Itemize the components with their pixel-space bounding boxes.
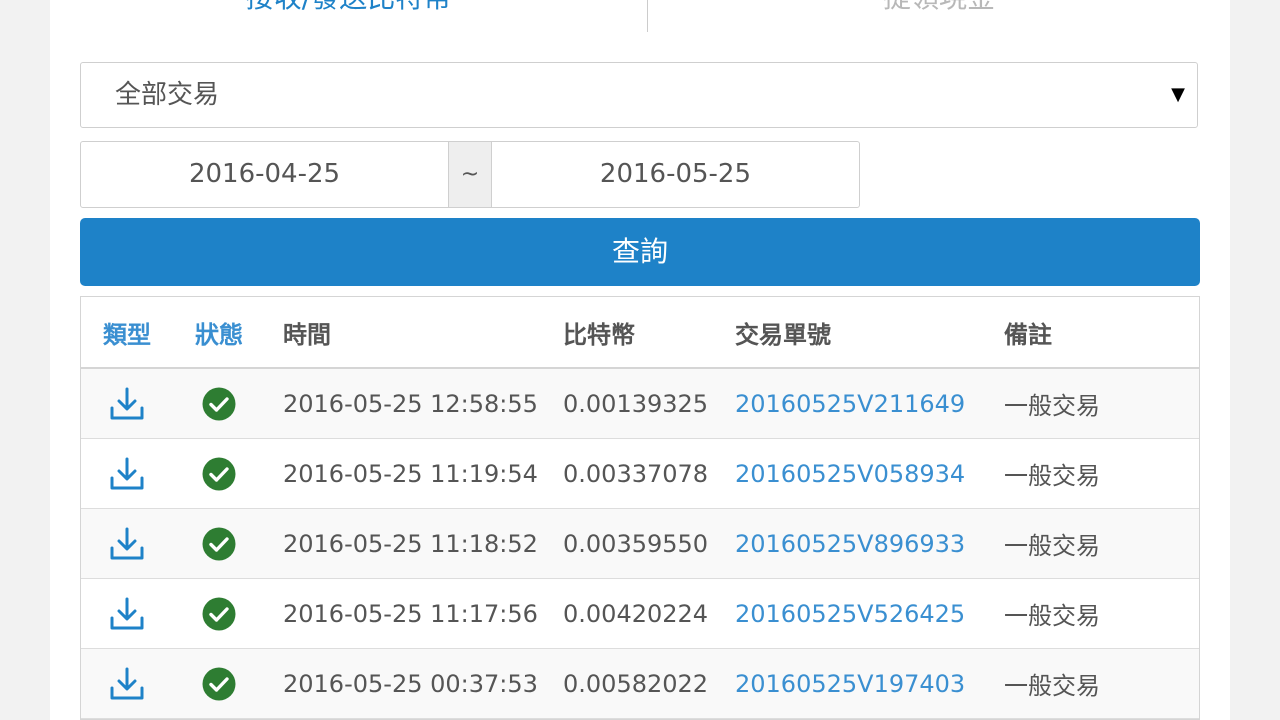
row-note: 一般交易 bbox=[1004, 462, 1100, 490]
row-time: 2016-05-25 11:17:56 bbox=[283, 599, 538, 628]
transactions-table: 類型 狀態 時間 比特幣 交易單號 備註 2016-05-25 12:58:55… bbox=[80, 296, 1200, 720]
row-time: 2016-05-25 12:58:55 bbox=[283, 389, 538, 418]
table-row: 2016-05-25 11:19:54 0.00337078 20160525V… bbox=[81, 439, 1199, 509]
row-note: 一般交易 bbox=[1004, 602, 1100, 630]
check-circle-icon bbox=[173, 509, 265, 578]
row-time: 2016-05-25 11:19:54 bbox=[283, 459, 538, 488]
header-transaction-id: 交易單號 bbox=[735, 320, 831, 349]
check-circle-icon bbox=[173, 649, 265, 718]
check-circle-icon bbox=[173, 579, 265, 648]
download-icon[interactable] bbox=[81, 369, 173, 438]
end-date-input[interactable]: 2016-05-25 bbox=[492, 142, 859, 207]
header-note: 備註 bbox=[1004, 320, 1052, 349]
row-bitcoin-amount: 0.00337078 bbox=[563, 459, 709, 488]
row-bitcoin-amount: 0.00582022 bbox=[563, 669, 709, 698]
check-circle-icon bbox=[173, 439, 265, 508]
tab-withdraw-cash[interactable]: 提領現金 bbox=[648, 0, 1230, 18]
table-row: 2016-05-25 00:37:53 0.00582022 20160525V… bbox=[81, 649, 1199, 719]
download-icon[interactable] bbox=[81, 579, 173, 648]
header-type[interactable]: 類型 bbox=[81, 297, 173, 367]
row-bitcoin-amount: 0.00359550 bbox=[563, 529, 709, 558]
check-circle-icon bbox=[173, 369, 265, 438]
download-icon[interactable] bbox=[81, 649, 173, 718]
date-range-separator: ~ bbox=[448, 142, 492, 207]
table-row: 2016-05-25 11:17:56 0.00420224 20160525V… bbox=[81, 579, 1199, 649]
transaction-type-select[interactable]: 全部交易 ▼ bbox=[80, 62, 1198, 128]
row-transaction-id-link[interactable]: 20160525V058934 bbox=[735, 439, 985, 508]
page: 接收/發送比特幣 提領現金 全部交易 ▼ 2016-04-25 ~ 2016-0… bbox=[50, 0, 1230, 720]
table-row: 2016-05-25 12:58:55 0.00139325 20160525V… bbox=[81, 369, 1199, 439]
row-transaction-id-link[interactable]: 20160525V197403 bbox=[735, 649, 985, 718]
row-bitcoin-amount: 0.00420224 bbox=[563, 599, 709, 628]
query-button[interactable]: 查詢 bbox=[80, 218, 1200, 286]
row-bitcoin-amount: 0.00139325 bbox=[563, 389, 709, 418]
row-time: 2016-05-25 11:18:52 bbox=[283, 529, 538, 558]
start-date-input[interactable]: 2016-04-25 bbox=[81, 142, 448, 207]
download-icon[interactable] bbox=[81, 509, 173, 578]
table-row: 2016-05-25 11:18:52 0.00359550 20160525V… bbox=[81, 509, 1199, 579]
download-icon[interactable] bbox=[81, 439, 173, 508]
date-range: 2016-04-25 ~ 2016-05-25 bbox=[80, 141, 860, 208]
header-time: 時間 bbox=[283, 320, 331, 349]
row-transaction-id-link[interactable]: 20160525V526425 bbox=[735, 579, 985, 648]
row-transaction-id-link[interactable]: 20160525V211649 bbox=[735, 369, 985, 438]
row-time: 2016-05-25 00:37:53 bbox=[283, 669, 538, 698]
header-status[interactable]: 狀態 bbox=[173, 297, 265, 367]
header-bitcoin: 比特幣 bbox=[563, 320, 635, 349]
row-note: 一般交易 bbox=[1004, 392, 1100, 420]
table-header: 類型 狀態 時間 比特幣 交易單號 備註 bbox=[81, 297, 1199, 369]
chevron-down-icon: ▼ bbox=[1171, 84, 1185, 105]
row-note: 一般交易 bbox=[1004, 672, 1100, 700]
tab-send-receive-bitcoin[interactable]: 接收/發送比特幣 bbox=[50, 0, 647, 18]
select-value: 全部交易 bbox=[115, 80, 220, 110]
row-note: 一般交易 bbox=[1004, 532, 1100, 560]
row-transaction-id-link[interactable]: 20160525V896933 bbox=[735, 509, 985, 578]
table-body: 2016-05-25 12:58:55 0.00139325 20160525V… bbox=[81, 369, 1199, 719]
tab-bar: 接收/發送比特幣 提領現金 bbox=[50, 0, 1230, 32]
